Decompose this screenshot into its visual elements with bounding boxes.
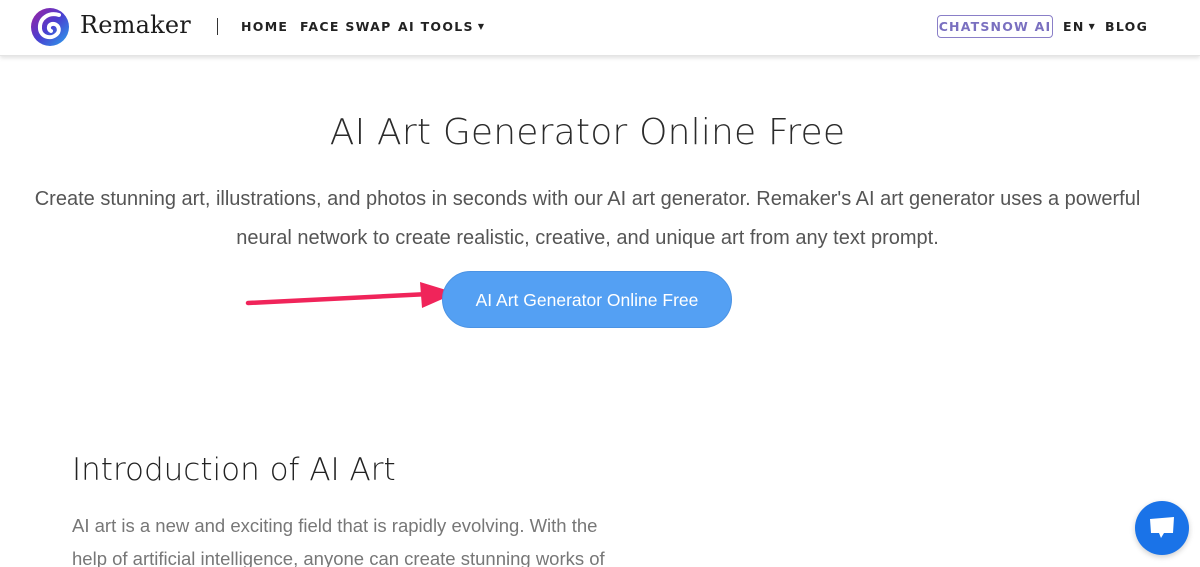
chat-bubble-icon bbox=[1150, 517, 1174, 538]
language-label: EN bbox=[1063, 19, 1085, 34]
nav-ai-tools-label: AI TOOLS bbox=[398, 19, 474, 34]
intro-heading: Introduction of AI Art bbox=[72, 452, 396, 488]
nav-divider bbox=[217, 18, 218, 35]
nav-blog[interactable]: BLOG bbox=[1105, 19, 1148, 34]
caret-down-icon: ▼ bbox=[477, 22, 486, 31]
page-title: AI Art Generator Online Free bbox=[329, 112, 846, 153]
nav-home[interactable]: HOME bbox=[241, 19, 288, 34]
page-subtitle: Create stunning art, illustrations, and … bbox=[34, 188, 1141, 249]
nav-ai-tools[interactable]: AI TOOLS ▼ bbox=[398, 19, 485, 34]
nav-face-swap[interactable]: FACE SWAP bbox=[300, 19, 392, 34]
top-navbar: Remaker HOME FACE SWAP AI TOOLS ▼ CHATSNO… bbox=[0, 0, 1200, 56]
remaker-logo-icon[interactable] bbox=[29, 6, 71, 48]
red-arrow-annotation-icon bbox=[245, 282, 456, 308]
intro-text: AI art is a new and exciting field that … bbox=[72, 515, 605, 567]
brand-name[interactable]: Remaker bbox=[80, 11, 191, 39]
chat-widget-button[interactable] bbox=[1135, 501, 1189, 555]
chatsnow-ai-button[interactable]: CHATSNOW AI bbox=[937, 15, 1053, 38]
caret-down-icon: ▼ bbox=[1088, 22, 1097, 31]
language-selector[interactable]: EN ▼ bbox=[1063, 19, 1096, 34]
ai-art-generator-button[interactable]: AI Art Generator Online Free bbox=[442, 271, 732, 328]
